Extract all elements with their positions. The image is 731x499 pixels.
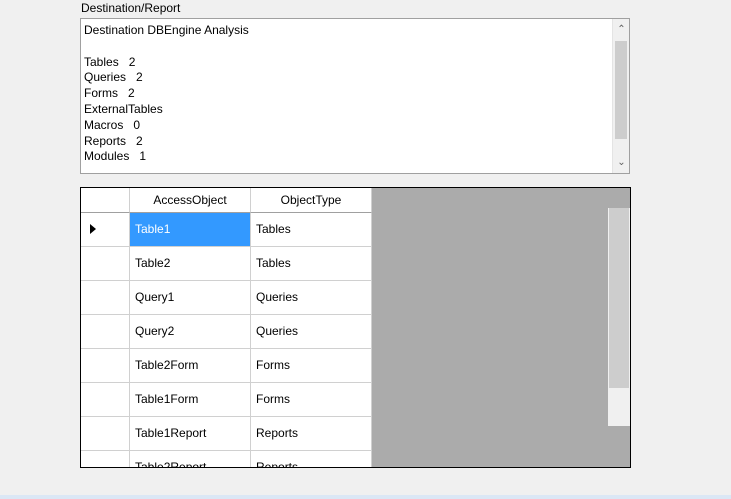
cell-accessobject[interactable]: Query1 xyxy=(130,281,251,315)
cell-objecttype[interactable]: Reports xyxy=(251,417,372,451)
grid-scroll-thumb[interactable] xyxy=(609,208,629,388)
row-header[interactable] xyxy=(81,383,130,417)
report-line: Destination DBEngine Analysis xyxy=(84,23,249,37)
cell-objecttype[interactable]: Queries xyxy=(251,315,372,349)
column-header-objecttype[interactable]: ObjectType xyxy=(251,188,372,213)
cell-accessobject[interactable]: Table2Form xyxy=(130,349,251,383)
report-line: Modules 1 xyxy=(84,149,147,164)
cell-objecttype[interactable]: Tables xyxy=(251,247,372,281)
report-line: Reports 2 xyxy=(84,133,143,148)
row-header[interactable] xyxy=(81,315,130,349)
report-text: Destination DBEngine Analysis Tables 2 Qu… xyxy=(84,23,249,165)
cell-accessobject[interactable]: Table2Report xyxy=(130,451,251,467)
objects-grid[interactable]: AccessObject ObjectType Table1 Tables Tabl… xyxy=(80,187,631,468)
report-scrollbar[interactable]: ⌃ ⌄ xyxy=(612,19,629,173)
cell-accessobject[interactable]: Table1 xyxy=(130,213,251,247)
column-header-accessobject[interactable]: AccessObject xyxy=(130,188,251,213)
report-line: Queries 2 xyxy=(84,70,143,85)
cell-accessobject[interactable]: Query2 xyxy=(130,315,251,349)
report-line: ExternalTables xyxy=(84,101,163,116)
cell-objecttype[interactable]: Forms xyxy=(251,383,372,417)
cell-accessobject[interactable]: Table1Form xyxy=(130,383,251,417)
report-scroll-thumb[interactable] xyxy=(615,41,627,139)
chevron-down-icon[interactable]: ⌄ xyxy=(613,154,630,171)
report-line: Macros 0 xyxy=(84,117,141,132)
row-header[interactable] xyxy=(81,451,130,467)
report-textbox[interactable]: Destination DBEngine Analysis Tables 2 Qu… xyxy=(80,18,630,174)
row-header[interactable] xyxy=(81,349,130,383)
window-bottom-edge xyxy=(0,495,731,499)
row-header[interactable] xyxy=(81,281,130,315)
row-header[interactable] xyxy=(81,213,130,247)
cell-objecttype[interactable]: Tables xyxy=(251,213,372,247)
grid-corner-header[interactable] xyxy=(81,188,130,213)
row-header[interactable] xyxy=(81,417,130,451)
cell-objecttype[interactable]: Reports xyxy=(251,451,372,467)
row-header[interactable] xyxy=(81,247,130,281)
chevron-up-icon[interactable]: ⌃ xyxy=(613,21,630,38)
cell-accessobject[interactable]: Table2 xyxy=(130,247,251,281)
report-line xyxy=(84,39,249,55)
report-line: Forms 2 xyxy=(84,86,135,101)
row-pointer-icon xyxy=(90,224,96,234)
cell-objecttype[interactable]: Queries xyxy=(251,281,372,315)
grid-scrollbar[interactable] xyxy=(608,208,630,426)
cell-objecttype[interactable]: Forms xyxy=(251,349,372,383)
report-line: Tables 2 xyxy=(84,54,136,69)
destination-report-label: Destination/Report xyxy=(81,1,181,15)
cell-accessobject[interactable]: Table1Report xyxy=(130,417,251,451)
